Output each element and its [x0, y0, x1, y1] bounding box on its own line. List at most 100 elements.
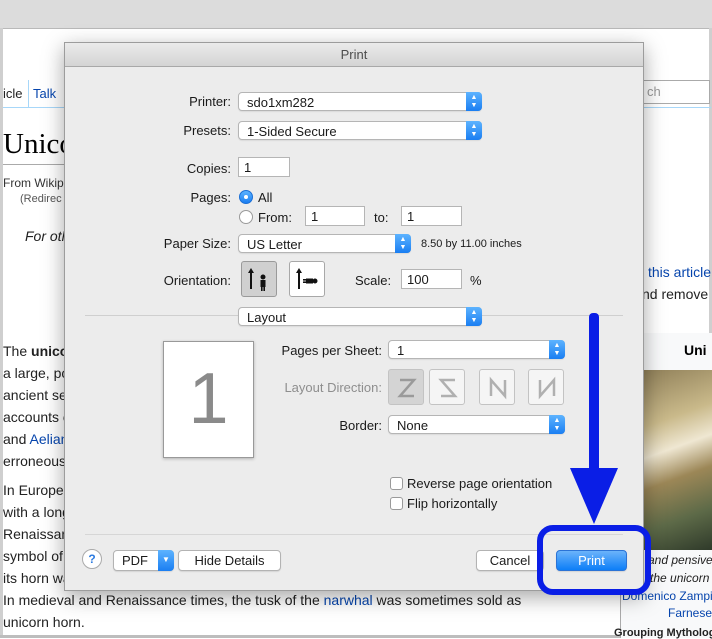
help-button[interactable]: ?: [82, 549, 102, 569]
chevron-updown-icon: ▲ ▼: [466, 307, 482, 326]
chevron-updown-icon: ▲ ▼: [549, 415, 565, 434]
annotation-print-highlight: [537, 525, 651, 595]
paper-size-value: US Letter: [247, 237, 302, 252]
layout-direction-n-button[interactable]: [479, 369, 515, 405]
para-bottom-line-1: In medieval and Renaissance times, the t…: [3, 592, 522, 608]
pages-per-sheet-label: Pages per Sheet:: [281, 343, 382, 358]
search-placeholder: ch: [647, 84, 661, 99]
orientation-portrait-button[interactable]: [241, 261, 277, 297]
to-page-field[interactable]: 1: [401, 206, 462, 226]
portrait-person-icon: [248, 268, 266, 291]
layout-direction-reverse-n-button[interactable]: [528, 369, 564, 405]
narwhal-link[interactable]: narwhal: [324, 592, 373, 608]
layout-direction-z-button[interactable]: [388, 369, 424, 405]
dialog-title: Print: [65, 43, 643, 67]
chevron-updown-icon: ▲ ▼: [466, 121, 482, 140]
right-text: nd remove: [642, 286, 709, 302]
chevron-updown-icon: ▲ ▼: [395, 234, 411, 253]
to-label: to:: [374, 210, 389, 225]
pdf-label: PDF: [122, 553, 148, 568]
infobox-caption-1: and pensive: [648, 553, 712, 567]
aelian-link[interactable]: Aelian: [29, 431, 68, 447]
orientation-label: Orientation:: [163, 273, 231, 288]
tab-separator: [28, 80, 29, 107]
para-line-3: ancient se: [3, 387, 67, 403]
browser-toolbar: [0, 0, 712, 29]
pages-all-radio[interactable]: [239, 190, 253, 204]
layout-z-icon: [397, 378, 417, 398]
layout-reverse-z-icon: [438, 378, 458, 398]
chevron-down-icon: ▼: [158, 550, 174, 571]
layout-n-icon: [489, 376, 507, 400]
pages-per-sheet-value: 1: [397, 343, 405, 358]
annotation-arrow-head: [570, 468, 618, 524]
border-select[interactable]: None ▲ ▼: [388, 415, 565, 434]
para-line-2: a large, po: [3, 365, 70, 381]
infobox-caption-2: the unicorn: [650, 571, 710, 585]
para-line-10: symbol of: [3, 548, 63, 564]
pages-from-radio[interactable]: [239, 210, 253, 224]
layout-reverse-n-icon: [538, 376, 556, 400]
pages-label: Pages:: [190, 190, 231, 205]
reverse-orientation-label: Reverse page orientation: [407, 476, 553, 491]
para-line-8: with a long: [3, 504, 70, 520]
window-frame-left: [0, 28, 3, 638]
para-line-7: In Europe: [3, 482, 64, 498]
pages-per-sheet-select[interactable]: 1 ▲ ▼: [388, 340, 565, 359]
para-line-11: its horn wa: [3, 570, 71, 586]
pdf-menu-button[interactable]: PDF ▼: [113, 550, 174, 571]
chevron-updown-icon: ▲ ▼: [466, 92, 482, 111]
redirect-note: (Redirec: [20, 193, 62, 205]
para-line-6: erroneous: [3, 453, 67, 469]
flip-horizontally-label: Flip horizontally: [407, 496, 498, 511]
section-select[interactable]: Layout ▲ ▼: [238, 307, 482, 326]
printer-select[interactable]: sdo1xm282 ▲ ▼: [238, 92, 482, 111]
para-line-1: The unico: [3, 343, 69, 359]
presets-value: 1-Sided Secure: [247, 124, 337, 139]
border-label: Border:: [339, 418, 382, 433]
infobox-caption-4[interactable]: Farnese: [668, 606, 712, 620]
printer-label: Printer:: [189, 94, 231, 109]
pages-all-label: All: [258, 190, 273, 205]
border-value: None: [397, 418, 429, 433]
tab-article[interactable]: icle: [3, 86, 23, 101]
copies-label: Copies:: [186, 161, 231, 176]
orientation-landscape-button[interactable]: [289, 261, 325, 297]
tab-talk[interactable]: Talk: [33, 86, 56, 101]
to-page-value: 1: [407, 209, 415, 224]
scale-field[interactable]: 100: [401, 269, 462, 289]
right-article-link[interactable]: this article: [648, 264, 711, 280]
scale-unit: %: [470, 273, 482, 288]
para-bottom-line-2: unicorn horn.: [3, 614, 85, 630]
annotation-arrow-shaft: [589, 313, 599, 476]
from-wikipedia: From Wikip: [3, 176, 64, 190]
renaissance-link[interactable]: Renaissan: [3, 526, 69, 542]
presets-label: Presets:: [183, 123, 231, 138]
flip-horizontally-checkbox[interactable]: [390, 497, 403, 510]
infobox-title: Uni: [684, 342, 707, 358]
page-preview: 1: [163, 341, 254, 458]
from-page-value: 1: [311, 209, 319, 224]
presets-select[interactable]: 1-Sided Secure ▲ ▼: [238, 121, 482, 140]
from-page-field[interactable]: 1: [305, 206, 365, 226]
section-value: Layout: [247, 310, 287, 325]
scale-label: Scale:: [355, 273, 392, 288]
copies-value: 1: [244, 160, 252, 175]
hatnote: For oth: [25, 228, 70, 244]
paper-size-select[interactable]: US Letter ▲ ▼: [238, 234, 411, 253]
pages-from-label: From:: [258, 210, 292, 225]
print-dialog: Print Printer: sdo1xm282 ▲ ▼ Presets: 1-S…: [64, 42, 644, 591]
copies-field[interactable]: 1: [238, 157, 290, 177]
infobox-row: Grouping Mythology: [614, 627, 712, 639]
para-line-4: accounts c: [3, 409, 70, 425]
cancel-button[interactable]: Cancel: [476, 550, 544, 571]
layout-direction-s-button[interactable]: [429, 369, 465, 405]
chevron-updown-icon: ▲ ▼: [549, 340, 565, 359]
para-line-5: and Aelian: [3, 431, 69, 447]
scale-value: 100: [407, 272, 429, 287]
reverse-orientation-checkbox[interactable]: [390, 477, 403, 490]
preview-page-number: 1: [188, 359, 229, 439]
paper-size-label: Paper Size:: [163, 236, 231, 251]
hide-details-button[interactable]: Hide Details: [178, 550, 281, 571]
layout-direction-label: Layout Direction:: [284, 380, 382, 395]
